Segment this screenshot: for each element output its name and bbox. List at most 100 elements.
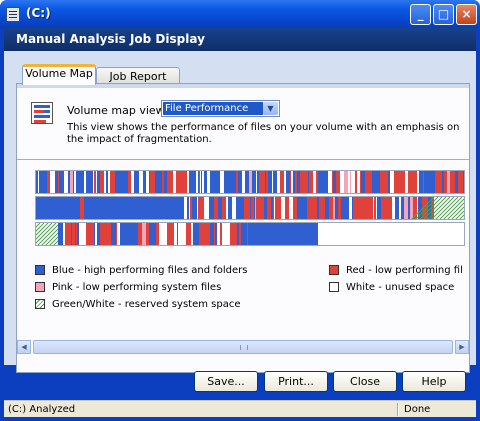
map-block [352, 197, 353, 219]
map-block [293, 171, 295, 193]
chevron-down-icon[interactable]: ▼ [263, 102, 278, 115]
white-swatch [329, 282, 339, 292]
map-block [72, 223, 75, 245]
map-block [401, 171, 402, 193]
close-window-button[interactable]: × [456, 4, 477, 25]
map-block [202, 197, 204, 219]
map-block [402, 171, 405, 193]
map-block [214, 223, 215, 245]
map-block [309, 171, 313, 193]
map-block [94, 223, 95, 245]
map-block [459, 171, 460, 193]
map-block [214, 197, 218, 219]
scroll-left-icon[interactable]: ◀ [17, 340, 31, 354]
map-block [242, 171, 245, 193]
map-block [89, 171, 93, 193]
print-button[interactable]: Print... [264, 371, 328, 392]
view-select[interactable]: File Performance ▼ [161, 100, 280, 117]
map-block [116, 223, 117, 245]
map-block [238, 197, 239, 219]
map-block [369, 197, 372, 219]
map-block [386, 171, 387, 193]
view-description: This view shows the performance of files… [67, 122, 460, 145]
map-block [82, 197, 84, 219]
map-block [239, 223, 241, 245]
map-block [289, 197, 293, 219]
map-block [394, 171, 397, 193]
map-block [392, 197, 395, 219]
map-block [195, 223, 198, 245]
minimize-button[interactable]: _ [410, 4, 431, 25]
map-block [365, 171, 368, 193]
status-left: (C:) Analyzed [8, 404, 76, 415]
save-button[interactable]: Save... [194, 371, 258, 392]
map-block [380, 171, 382, 193]
horizontal-scrollbar[interactable]: ◀ ▶ [17, 340, 469, 354]
map-block [319, 197, 323, 219]
map-block [170, 223, 174, 245]
map-block [311, 197, 315, 219]
map-block [265, 171, 266, 193]
map-block [419, 171, 423, 193]
map-block [68, 223, 71, 245]
map-block [417, 171, 419, 193]
map-block [382, 171, 386, 193]
map-block [218, 197, 222, 219]
map-block [254, 197, 255, 219]
map-block [325, 197, 329, 219]
map-block [162, 171, 163, 193]
map-block [175, 171, 176, 193]
map-block [353, 197, 357, 219]
map-block [318, 171, 321, 193]
map-block [263, 197, 264, 219]
map-block [220, 171, 224, 193]
map-block [63, 171, 64, 193]
map-block [187, 197, 189, 219]
volume-map-panel: Volume map view: File Performance ▼ This… [16, 83, 470, 373]
map-block [374, 197, 376, 219]
map-block [280, 197, 281, 219]
map-block [65, 223, 68, 245]
map-block [104, 171, 106, 193]
map-block [410, 171, 411, 193]
map-block [112, 171, 115, 193]
map-block [190, 171, 192, 193]
map-block [222, 197, 226, 219]
map-block [355, 171, 357, 193]
map-block [233, 223, 236, 245]
map-block [167, 223, 170, 245]
map-block [233, 171, 236, 193]
map-block [143, 171, 144, 193]
grip-icon [240, 345, 248, 350]
map-block [282, 197, 285, 219]
map-block [220, 223, 222, 245]
close-button[interactable]: Close [333, 371, 397, 392]
map-block [207, 171, 210, 193]
scroll-thumb[interactable] [33, 340, 453, 354]
maximize-button[interactable]: □ [433, 4, 454, 25]
map-block [360, 171, 361, 193]
divider [17, 159, 469, 160]
map-block [155, 171, 158, 193]
map-block [133, 171, 134, 193]
map-block [75, 223, 76, 245]
map-block [178, 223, 182, 245]
map-block [256, 197, 259, 219]
map-block [317, 197, 319, 219]
map-block [300, 197, 303, 219]
map-block [455, 171, 458, 193]
map-block [105, 223, 109, 245]
client-area: Manual Analysis Job Display Volume Map J… [4, 28, 476, 417]
map-block [397, 171, 399, 193]
map-block [436, 171, 439, 193]
volume-map-row-2 [35, 196, 465, 220]
scroll-right-icon[interactable]: ▶ [455, 340, 469, 354]
tab-volume-map[interactable]: Volume Map [22, 64, 96, 85]
map-block [205, 197, 208, 219]
help-button[interactable]: Help [402, 371, 466, 392]
map-block [50, 171, 52, 193]
title-bar[interactable]: (C:) _ □ × [0, 0, 480, 28]
map-block [291, 171, 293, 193]
map-block [176, 171, 177, 193]
map-block [212, 197, 214, 219]
